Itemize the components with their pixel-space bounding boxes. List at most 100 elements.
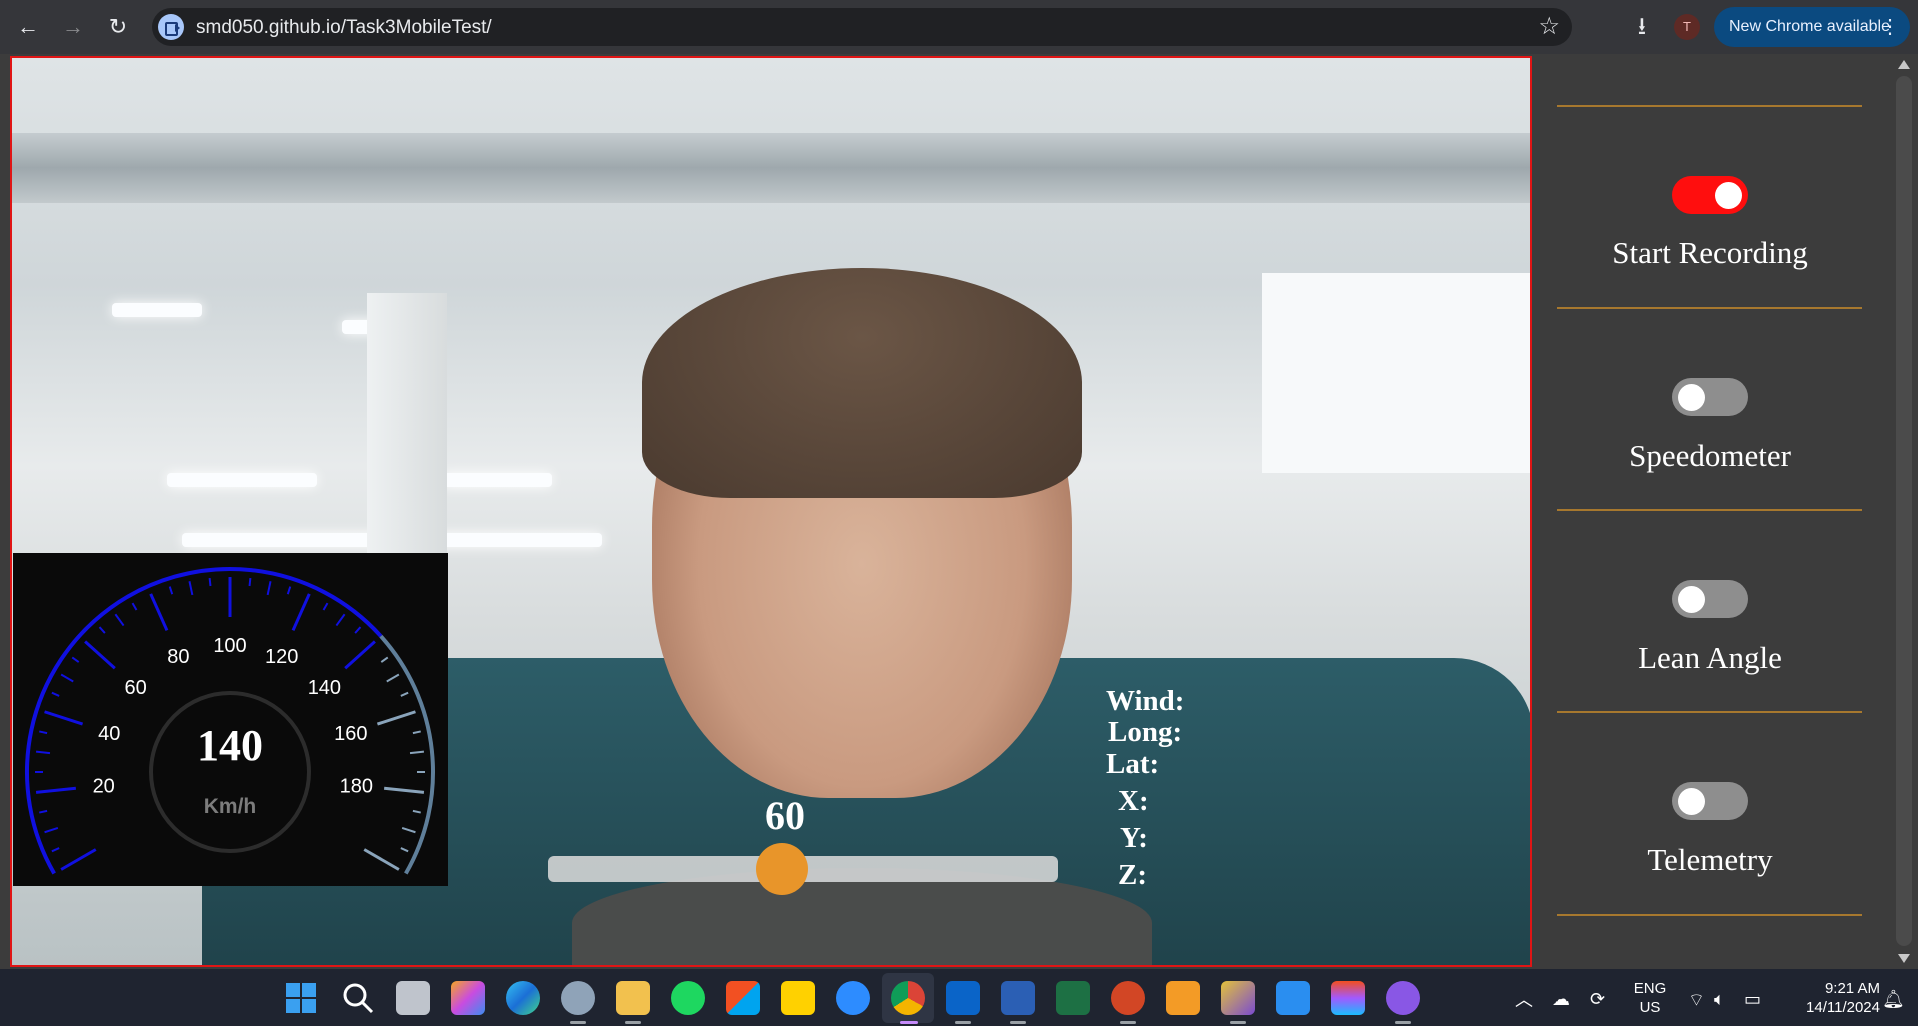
chrome-browser-icon[interactable] — [891, 981, 925, 1015]
chrome-update-label: New Chrome available — [1729, 18, 1890, 35]
window-scene — [1262, 273, 1530, 473]
person-shirt-scene — [572, 868, 1152, 965]
site-camera-icon[interactable] — [158, 14, 184, 40]
language-indicator[interactable]: ENG US — [1630, 979, 1670, 1017]
edge-browser-icon[interactable] — [506, 981, 540, 1015]
kebab-menu-icon[interactable]: ⋮ — [1880, 7, 1900, 47]
gauge-tick — [39, 809, 48, 814]
lean-slider-thumb[interactable] — [756, 843, 808, 895]
vscode-icon[interactable] — [1276, 981, 1310, 1015]
ceiling-light-scene — [112, 303, 202, 317]
excel-icon[interactable] — [1056, 981, 1090, 1015]
url-text[interactable]: smd050.github.io/Task3MobileTest/ — [196, 17, 492, 39]
speedometer-label: Speedometer — [1629, 438, 1791, 473]
gauge-tick — [84, 640, 116, 670]
lean-angle-toggle[interactable] — [1672, 580, 1748, 618]
clock[interactable]: 9:21 AM 14/11/2024 — [1780, 979, 1880, 1017]
figma-icon[interactable] — [1331, 981, 1365, 1015]
scroll-up-arrow-icon[interactable] — [1898, 60, 1910, 69]
gauge-tick — [286, 586, 292, 595]
gauge-tick — [354, 626, 362, 634]
battery-icon[interactable]: ▭ — [1744, 989, 1761, 1010]
gauge-tick — [71, 656, 80, 663]
divider — [1557, 914, 1862, 916]
wifi-icon[interactable]: ⌔ — [1688, 989, 1705, 1012]
chrome-update-button[interactable]: New Chrome available ⋮ — [1714, 7, 1910, 47]
gauge-tick — [168, 586, 174, 595]
language-region: US — [1639, 999, 1661, 1016]
gauge-tick — [114, 613, 125, 627]
onedrive-cloud-icon[interactable]: ☁ — [1552, 989, 1570, 1010]
gauge-tick — [401, 826, 416, 834]
gauge-tick — [322, 602, 329, 611]
gauge-tick — [60, 673, 74, 683]
bookmark-star-icon[interactable]: ☆ — [1538, 12, 1560, 41]
browser-toolbar: ← → ↻ smd050.github.io/Task3MobileTest/ … — [0, 0, 1918, 54]
gauge-tick — [412, 809, 421, 814]
running-indicator — [625, 1021, 641, 1024]
active-indicator — [900, 1021, 918, 1024]
github-desktop-icon[interactable] — [1386, 981, 1420, 1015]
running-indicator — [1395, 1021, 1411, 1024]
back-arrow-icon[interactable]: ← — [12, 11, 44, 43]
gauge-tick — [131, 602, 138, 611]
person-hair-scene — [642, 268, 1082, 498]
gauge-tick — [98, 626, 106, 634]
sync-icon[interactable]: ⟳ — [1590, 989, 1605, 1010]
page-scrollbar[interactable] — [1890, 54, 1918, 969]
gauge-inner-ring — [149, 691, 311, 853]
gauge-tick-label: 80 — [167, 646, 189, 668]
speedometer-toggle[interactable] — [1672, 378, 1748, 416]
gauge-tick-label: 180 — [340, 775, 373, 797]
spotify-icon[interactable] — [671, 981, 705, 1015]
forward-arrow-icon[interactable]: → — [57, 11, 89, 43]
zoom-icon[interactable] — [836, 981, 870, 1015]
settings-gear-icon[interactable] — [561, 981, 595, 1015]
gauge-tick-label: 60 — [124, 677, 146, 699]
snipping-tool-icon[interactable] — [1221, 981, 1255, 1015]
language-code: ENG — [1633, 980, 1667, 997]
address-bar[interactable]: smd050.github.io/Task3MobileTest/ ☆ — [152, 8, 1572, 46]
profile-avatar[interactable]: T — [1674, 14, 1700, 40]
scroll-down-arrow-icon[interactable] — [1898, 954, 1910, 963]
gauge-tick — [409, 750, 425, 755]
speed-unit: Km/h — [204, 795, 257, 818]
gauge-tick-label: 20 — [93, 775, 115, 797]
file-explorer-icon[interactable] — [616, 981, 650, 1015]
sticky-notes-icon[interactable] — [781, 981, 815, 1015]
app-page: 140 Km/h 20 40 60 80 100 120 140 160 180 60 Wind… — [0, 54, 1918, 969]
task-view-icon[interactable] — [396, 981, 430, 1015]
scroll-thumb[interactable] — [1896, 76, 1912, 946]
search-icon[interactable] — [341, 981, 375, 1015]
speedometer-widget: 140 Km/h 20 40 60 80 100 120 140 160 180 — [13, 553, 448, 886]
download-icon[interactable]: ⭳ — [1625, 10, 1659, 44]
gauge-tick — [386, 673, 400, 683]
gauge-tick — [291, 593, 311, 632]
telemetry-long: Long: — [1108, 716, 1183, 748]
copilot-icon[interactable] — [451, 981, 485, 1015]
gauge-tick — [44, 710, 84, 726]
gauge-tick — [35, 786, 77, 794]
telemetry-toggle[interactable] — [1672, 782, 1748, 820]
slider-value: 60 — [765, 793, 805, 838]
running-indicator — [1010, 1021, 1026, 1024]
word-icon[interactable] — [1001, 981, 1035, 1015]
volume-icon[interactable]: 🔈︎ — [1714, 989, 1725, 1010]
outlook-icon[interactable] — [946, 981, 980, 1015]
running-indicator — [570, 1021, 586, 1024]
ceiling-duct-scene — [12, 133, 1530, 203]
windows-start-icon[interactable] — [284, 981, 318, 1015]
lean-angle-label: Lean Angle — [1638, 640, 1782, 675]
powerpoint-icon[interactable] — [1111, 981, 1145, 1015]
drawio-icon[interactable] — [1166, 981, 1200, 1015]
start-recording-toggle[interactable] — [1672, 176, 1748, 214]
divider — [1557, 711, 1862, 713]
windows-taskbar: ︿ ☁ ⟳ ENG US ⌔ 🔈︎ ▭ 9:21 AM 14/11/2024 🔔… — [0, 969, 1918, 1026]
telemetry-x: X: — [1118, 785, 1149, 817]
clock-time: 9:21 AM — [1824, 980, 1880, 997]
notification-bell-icon[interactable]: 🔔︎ — [1882, 989, 1905, 1010]
chevron-up-icon[interactable]: ︿ — [1515, 986, 1533, 1012]
reload-icon[interactable]: ↻ — [102, 11, 134, 43]
microsoft-store-icon[interactable] — [726, 981, 760, 1015]
gauge-tick — [248, 577, 252, 587]
